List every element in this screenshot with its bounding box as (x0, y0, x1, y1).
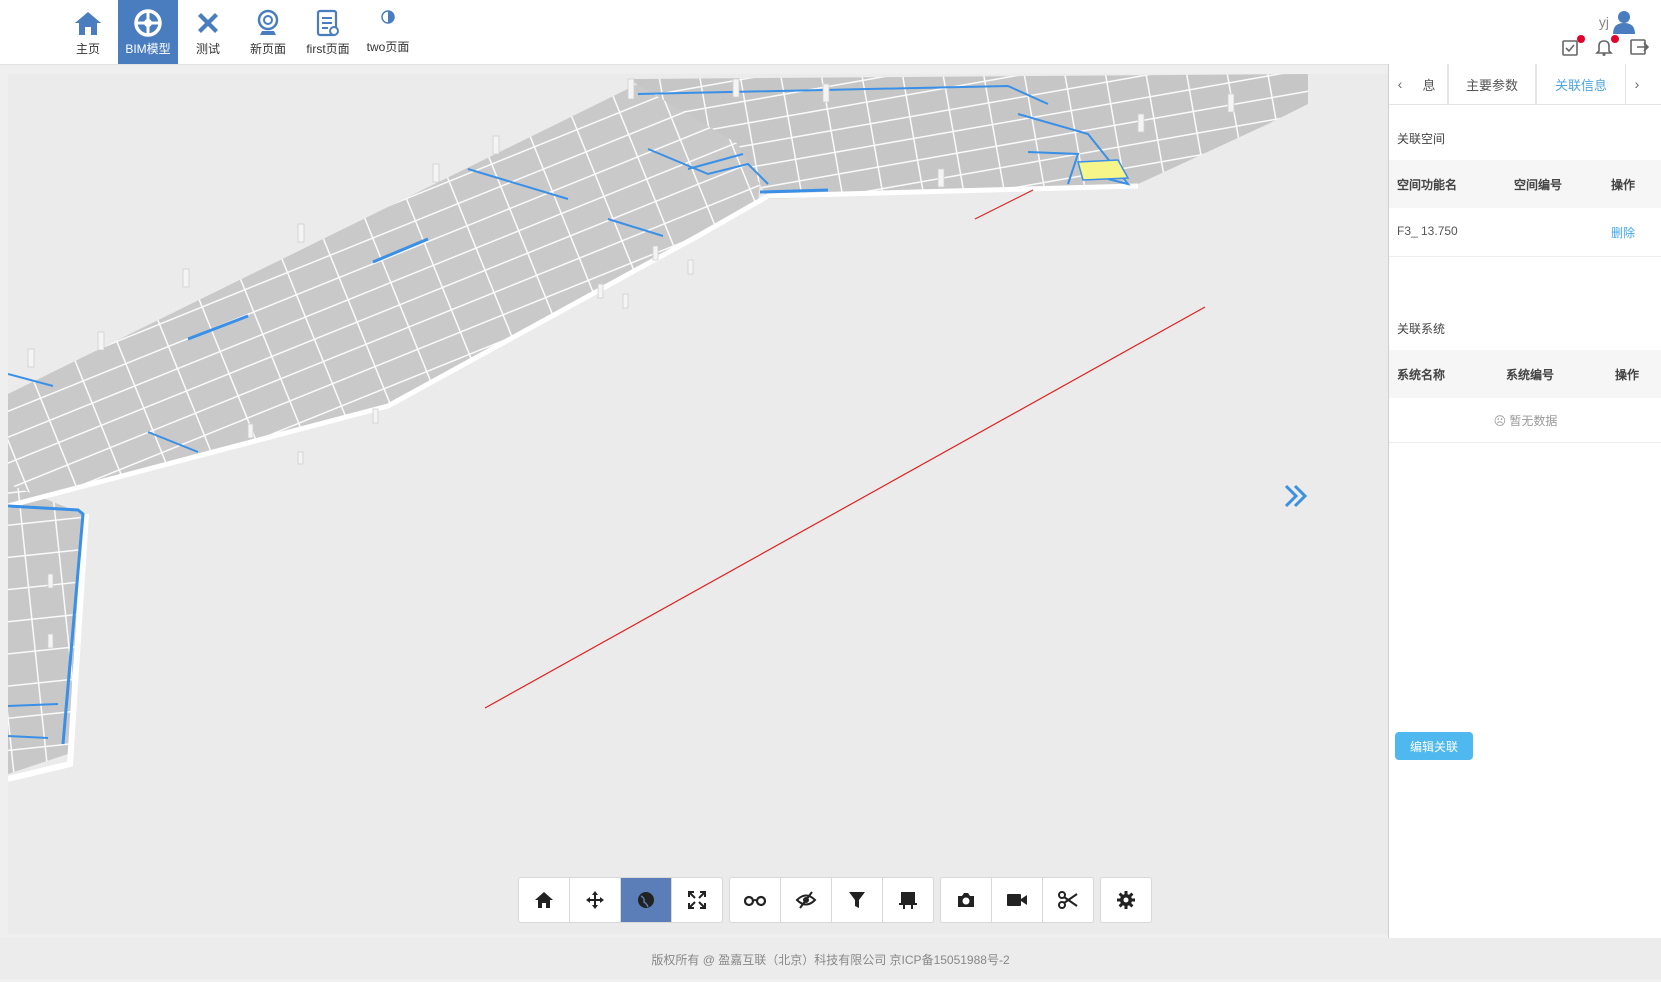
nav-item-test[interactable]: 测试 (178, 0, 238, 64)
empty-text: 暂无数据 (1509, 414, 1558, 428)
delete-link[interactable]: 删除 (1611, 224, 1635, 241)
contrast-icon (373, 8, 403, 26)
footer: 版权所有 @ 盈嘉互联（北京）科技有限公司 京ICP备15051988号-2 (0, 938, 1661, 979)
copyright-text: 版权所有 @ 盈嘉互联（北京）科技有限公司 京ICP备15051988号-2 (651, 953, 1010, 967)
nav-item-home[interactable]: 主页 (58, 0, 118, 64)
main-nav: 主页 BIM模型 测试 新页面 first页面 two页面 (58, 0, 418, 64)
tab-related-info[interactable]: 关联信息 (1536, 64, 1625, 104)
toolbar-group-navigation (518, 877, 723, 923)
glasses-icon (744, 895, 766, 907)
tab-main-params[interactable]: 主要参数 (1448, 64, 1536, 104)
selected-space[interactable] (1077, 159, 1130, 181)
nav-label-home: 主页 (75, 41, 100, 56)
video-icon (1007, 894, 1027, 906)
glasses-button[interactable] (730, 878, 781, 922)
floor-slab-main (8, 79, 768, 504)
chevron-right-icon[interactable]: › (1625, 64, 1648, 104)
orbit-icon (638, 892, 654, 908)
section-cut-button[interactable] (1043, 878, 1093, 922)
task-badge (1577, 35, 1585, 43)
top-icons (1561, 35, 1651, 58)
bim-3d-viewport[interactable] (8, 74, 1388, 934)
user-name[interactable]: yj (1599, 14, 1609, 30)
camera-button[interactable] (941, 878, 992, 922)
nav-item-bim-model[interactable]: BIM模型 (118, 0, 178, 64)
webcam-icon (253, 8, 283, 38)
user-icon[interactable] (1613, 10, 1635, 37)
nav-item-new-page[interactable]: 新页面 (238, 0, 298, 64)
edit-relation-button[interactable]: 编辑关联 (1395, 732, 1473, 760)
bim-model-icon (133, 8, 163, 38)
col-space-code: 空间编号 (1514, 178, 1563, 192)
expand-panel-icon[interactable] (1282, 482, 1310, 513)
sad-face-icon: ☹ (1493, 414, 1507, 428)
properties-panel: ‹ 息 主要参数 关联信息 › 关联空间 空间功能名 空间编号 操作 F3_ 1… (1388, 64, 1661, 938)
nav-label-new-page: 新页面 (249, 41, 286, 56)
col-space-action: 操作 (1611, 178, 1636, 192)
nav-label-first-page: first页面 (306, 41, 350, 56)
viewer-toolbar (518, 877, 1152, 923)
hide-icon (795, 891, 817, 909)
presentation-icon (899, 892, 917, 909)
related-space-header: 空间功能名 空间编号 操作 (1389, 160, 1661, 208)
col-system-code: 系统编号 (1506, 368, 1555, 382)
red-line-short (974, 189, 1034, 220)
top-bar: 主页 BIM模型 测试 新页面 first页面 two页面 yj (0, 0, 1661, 65)
nav-label-test: 测试 (195, 41, 220, 56)
empty-state: ☹ 暂无数据 (1389, 412, 1661, 443)
video-button[interactable] (992, 878, 1043, 922)
logout-icon[interactable] (1629, 38, 1651, 58)
col-system-name: 系统名称 (1397, 368, 1446, 382)
toolbar-group-capture (940, 877, 1094, 923)
col-system-action: 操作 (1615, 368, 1640, 382)
hide-button[interactable] (781, 878, 832, 922)
col-space-function: 空间功能名 (1397, 178, 1458, 192)
chevron-left-icon[interactable]: ‹ (1389, 64, 1411, 104)
bell-badge (1611, 35, 1619, 43)
home-icon (73, 8, 103, 38)
settings-button[interactable] (1101, 878, 1151, 922)
camera-icon (958, 893, 974, 907)
space-name: F3_ 13.750 (1397, 224, 1458, 238)
move-button[interactable] (570, 878, 621, 922)
nav-label-two-page: two页面 (366, 40, 410, 54)
toolbar-group-view (729, 877, 934, 923)
home-icon (535, 892, 553, 908)
panel-tabs: ‹ 息 主要参数 关联信息 › (1389, 64, 1661, 105)
settings-icon (1117, 891, 1135, 909)
presentation-button[interactable] (883, 878, 933, 922)
scissors-icon (1058, 891, 1078, 909)
bim-model-render (8, 74, 1308, 782)
related-space-title: 关联空间 (1397, 132, 1446, 146)
red-line-long (484, 306, 1206, 709)
orbit-button[interactable] (621, 878, 672, 922)
bell-icon[interactable] (1595, 35, 1619, 58)
tab-info[interactable]: 息 (1411, 64, 1448, 104)
fullscreen-button[interactable] (672, 878, 722, 922)
nav-label-bim-model: BIM模型 (125, 41, 171, 56)
filter-button[interactable] (832, 878, 883, 922)
nav-item-first-page[interactable]: first页面 (298, 0, 358, 64)
move-icon (586, 891, 604, 909)
toolbar-group-settings (1100, 877, 1152, 923)
table-row: F3_ 13.750 删除 (1389, 208, 1661, 257)
related-system-header: 系统名称 系统编号 操作 (1389, 350, 1661, 398)
fullscreen-icon (688, 891, 706, 909)
filter-icon (849, 892, 865, 908)
document-icon (313, 8, 343, 38)
nav-item-two-page[interactable]: two页面 (358, 0, 418, 64)
tools-icon (193, 8, 223, 38)
home-view-button[interactable] (519, 878, 570, 922)
related-system-title: 关联系统 (1397, 322, 1446, 336)
task-icon[interactable] (1561, 35, 1585, 58)
